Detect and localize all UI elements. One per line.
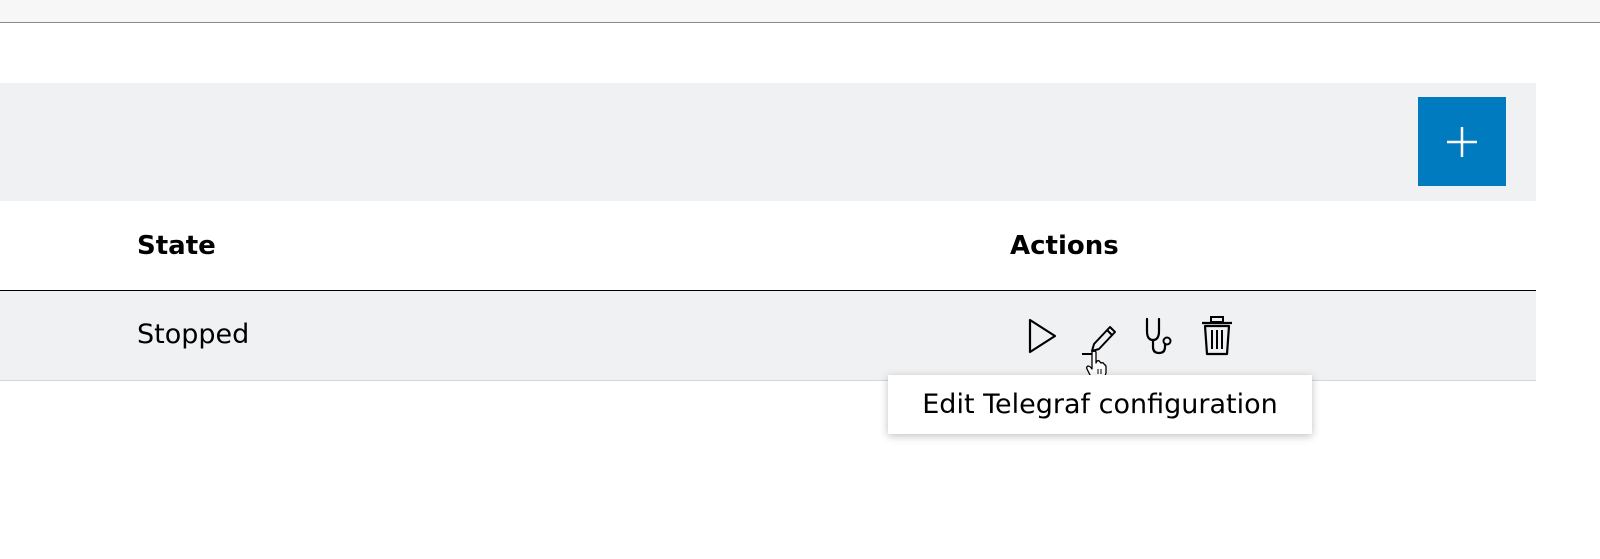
start-icon[interactable] (1022, 314, 1062, 358)
table-toolbar (0, 83, 1536, 201)
tooltip: Edit Telegraf configuration (888, 375, 1312, 434)
column-header-actions: Actions (1010, 231, 1119, 261)
table-row: Stopped (0, 291, 1536, 381)
plus-icon (1447, 126, 1477, 157)
add-button[interactable] (1418, 97, 1506, 186)
column-header-state: State (137, 231, 216, 261)
table-header: State Actions (0, 201, 1536, 291)
stethoscope-icon[interactable] (1138, 314, 1178, 358)
top-bar (0, 0, 1600, 23)
state-cell: Stopped (137, 319, 250, 350)
trash-icon[interactable] (1197, 314, 1237, 358)
